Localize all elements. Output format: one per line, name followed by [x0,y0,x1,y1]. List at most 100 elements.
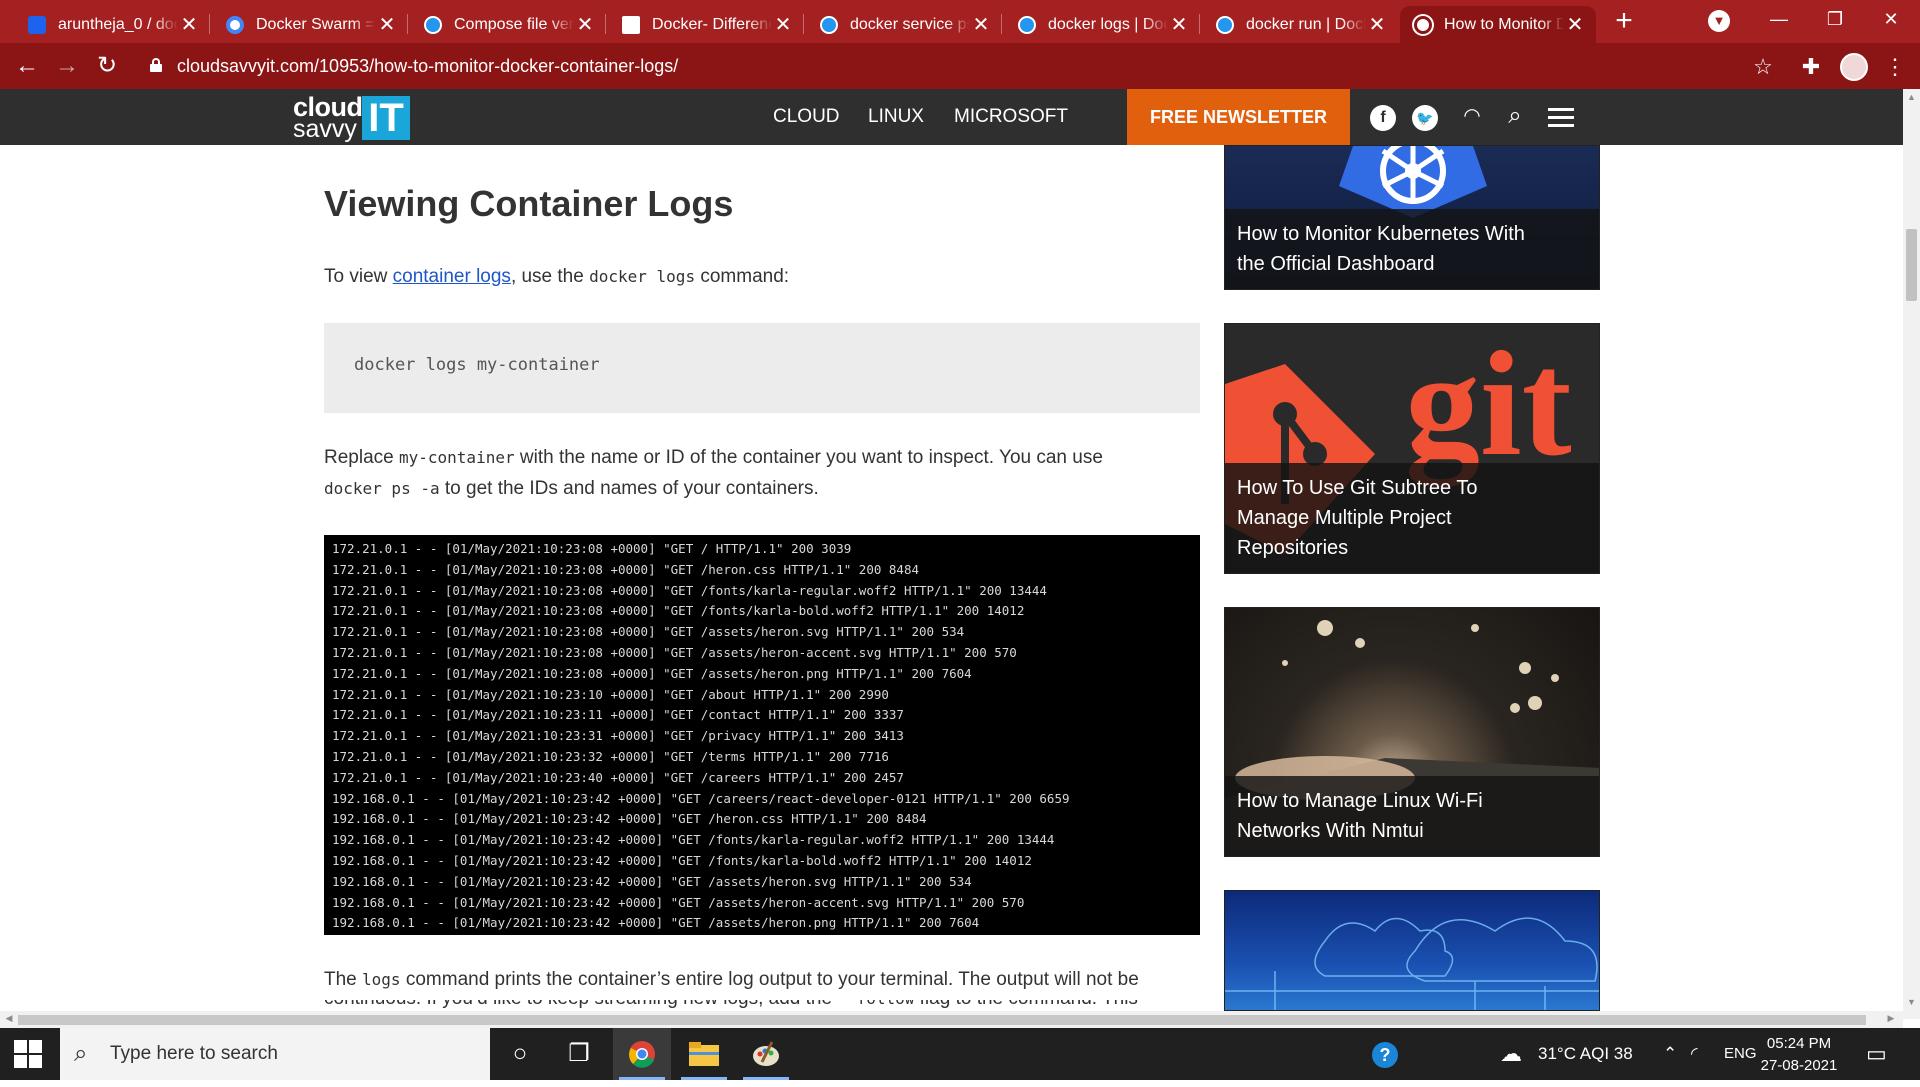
docker-docs-favicon-icon [1018,15,1036,34]
sidebar-card-nmtui[interactable]: How to Manage Linux Wi-Fi Networks With … [1224,607,1600,857]
close-tab-icon[interactable]: ✕ [1366,12,1388,37]
tab-title: Docker Swarm = simple [256,15,376,33]
minimize-icon[interactable]: — [1750,0,1808,38]
sidebar-card-cloud-circuit[interactable] [1224,890,1600,1011]
close-tab-icon[interactable]: ✕ [376,12,398,37]
log-line: 172.21.0.1 - - [01/May/2021:10:23:08 +00… [332,561,919,577]
rss-icon[interactable]: ◠ [1457,101,1487,131]
weather-text[interactable]: 31°C AQI 38 [1538,1028,1633,1080]
nav-cloud[interactable]: CLOUD [773,89,840,145]
text: , use the [510,266,590,287]
search-icon[interactable]: ⌕ [1500,101,1530,131]
log-line: 172.21.0.1 - - [01/May/2021:10:23:08 +00… [332,541,852,556]
network-icon[interactable]: ◜ [1691,1028,1698,1080]
log-line: 192.168.0.1 - - [01/May/2021:10:23:42 +0… [332,894,1025,910]
text: with the name or ID of the container you… [514,447,1103,468]
facebook-icon[interactable]: f [1370,105,1396,131]
docker-docs-favicon-icon [424,15,442,34]
vertical-scroll-thumb[interactable] [1906,229,1917,301]
tab-2[interactable]: Compose file version ✕ [410,6,606,43]
extensions-icon[interactable]: ✚ [1796,52,1826,82]
restore-icon[interactable]: ❐ [1806,0,1864,38]
tab-4[interactable]: docker service ps ✕ [806,6,1002,43]
scroll-down-icon[interactable]: ▼ [1903,997,1920,1007]
tab-6[interactable]: docker run | Docker ✕ [1202,6,1398,43]
globe-favicon-icon [1414,15,1432,34]
section-heading: Viewing Container Logs [324,183,734,224]
tab-title: aruntheja_0 / docker [58,15,178,33]
title-line: Repositories [1237,537,1349,559]
tab-0[interactable]: aruntheja_0 / docker ✕ [14,6,210,43]
tab-1[interactable]: Docker Swarm = simple ✕ [212,6,408,43]
logo-badge[interactable]: IT [362,96,410,140]
hamburger-icon[interactable] [1548,108,1574,128]
scroll-right-icon[interactable]: ▶ [1884,1013,1898,1024]
horizontal-scroll-thumb[interactable] [18,1015,1866,1025]
clock[interactable]: 05:24 PM 27-08-2021 [1754,1033,1844,1077]
tab-search-icon[interactable]: ▼ [1708,10,1730,32]
tab-5[interactable]: docker logs | Docker ✕ [1004,6,1200,43]
reload-icon[interactable]: ↻ [90,49,124,83]
url-text[interactable]: cloudsavvyit.com/10953/how-to-monitor-do… [177,50,678,82]
close-tab-icon[interactable]: ✕ [772,12,794,37]
title-line: Networks With Nmtui [1237,820,1424,842]
inline-code: --follow [837,1000,914,1008]
title-line: How to Monitor Kubernetes With [1237,223,1525,245]
container-logs-link[interactable]: container logs [393,266,511,287]
git-wordmark: git [1405,323,1572,487]
free-newsletter-button[interactable]: FREE NEWSLETTER [1127,89,1350,145]
scroll-left-icon[interactable]: ◀ [2,1013,16,1024]
sidebar-card-title[interactable]: How to Monitor Kubernetes With the Offic… [1225,209,1599,289]
cortana-icon[interactable]: ○ [491,1028,549,1080]
paragraph-logs-command: The logs command prints the container’s … [324,964,1184,995]
docker-docs-favicon-icon [1216,15,1234,34]
tab-title: docker run | Docker [1246,15,1366,33]
forward-icon[interactable]: → [50,49,84,83]
scroll-up-icon[interactable]: ▲ [1903,92,1920,102]
log-line: 172.21.0.1 - - [01/May/2021:10:23:32 +00… [332,748,889,764]
sidebar-card-kubernetes[interactable]: How to Monitor Kubernetes With the Offic… [1224,145,1600,290]
chrome-icon[interactable] [613,1028,671,1080]
close-tab-icon[interactable]: ✕ [1564,12,1586,37]
nav-microsoft[interactable]: MICROSOFT [954,89,1068,145]
close-tab-icon[interactable]: ✕ [574,12,596,37]
sidebar-card-git[interactable]: git How To Use Git Subtree To Manage Mul… [1224,323,1600,574]
title-line: How to Manage Linux Wi-Fi [1237,790,1483,812]
file-explorer-icon[interactable] [675,1028,733,1080]
weather-icon[interactable]: ☁ [1500,1028,1522,1080]
nav-linux[interactable]: LINUX [868,89,924,145]
back-icon[interactable]: ← [10,49,44,83]
lock-icon[interactable] [150,58,162,72]
help-icon[interactable]: ? [1356,1028,1414,1080]
tab-3[interactable]: Docker- Difference ✕ [608,6,804,43]
windows-start-icon[interactable] [14,1040,44,1070]
text: To view [324,266,393,287]
twitter-icon[interactable]: 🐦 [1412,105,1438,131]
inline-code: my-container [399,448,515,467]
close-window-icon[interactable]: ✕ [1862,0,1920,38]
profile-icon[interactable] [1840,53,1868,81]
taskbar-search-input[interactable]: Type here to search [60,1028,490,1080]
log-line: 192.168.0.1 - - [01/May/2021:10:23:42 +0… [332,852,1032,868]
title-line: the Official Dashboard [1237,253,1435,275]
close-tab-icon[interactable]: ✕ [970,12,992,37]
logo-text-savvy[interactable]: savvy [293,117,357,142]
language-indicator[interactable]: ENG [1724,1028,1757,1080]
sidebar-card-title[interactable]: How to Manage Linux Wi-Fi Networks With … [1225,776,1599,856]
star-icon[interactable]: ☆ [1748,52,1778,82]
notification-icon[interactable]: ▭ [1866,1028,1887,1080]
paragraph-intro: To view container logs, use the docker l… [324,261,1184,292]
log-line: 172.21.0.1 - - [01/May/2021:10:23:10 +00… [332,686,889,702]
menu-icon[interactable]: ⋮ [1880,52,1910,82]
log-line: 192.168.0.1 - - [01/May/2021:10:23:42 +0… [332,811,927,827]
close-tab-icon[interactable]: ✕ [178,12,200,37]
show-hidden-icons-icon[interactable]: ⌃ [1663,1028,1677,1080]
new-tab-button[interactable]: + [1604,6,1644,38]
clock-date: 27-08-2021 [1760,1057,1838,1074]
close-tab-icon[interactable]: ✕ [1168,12,1190,37]
task-view-icon[interactable]: ❐ [550,1028,608,1080]
tab-7-active[interactable]: How to Monitor Docker ✕ [1400,6,1596,43]
log-line: 192.168.0.1 - - [01/May/2021:10:23:42 +0… [332,790,1070,806]
sidebar-card-title[interactable]: How To Use Git Subtree To Manage Multipl… [1225,463,1599,573]
paint-icon[interactable] [737,1028,795,1080]
